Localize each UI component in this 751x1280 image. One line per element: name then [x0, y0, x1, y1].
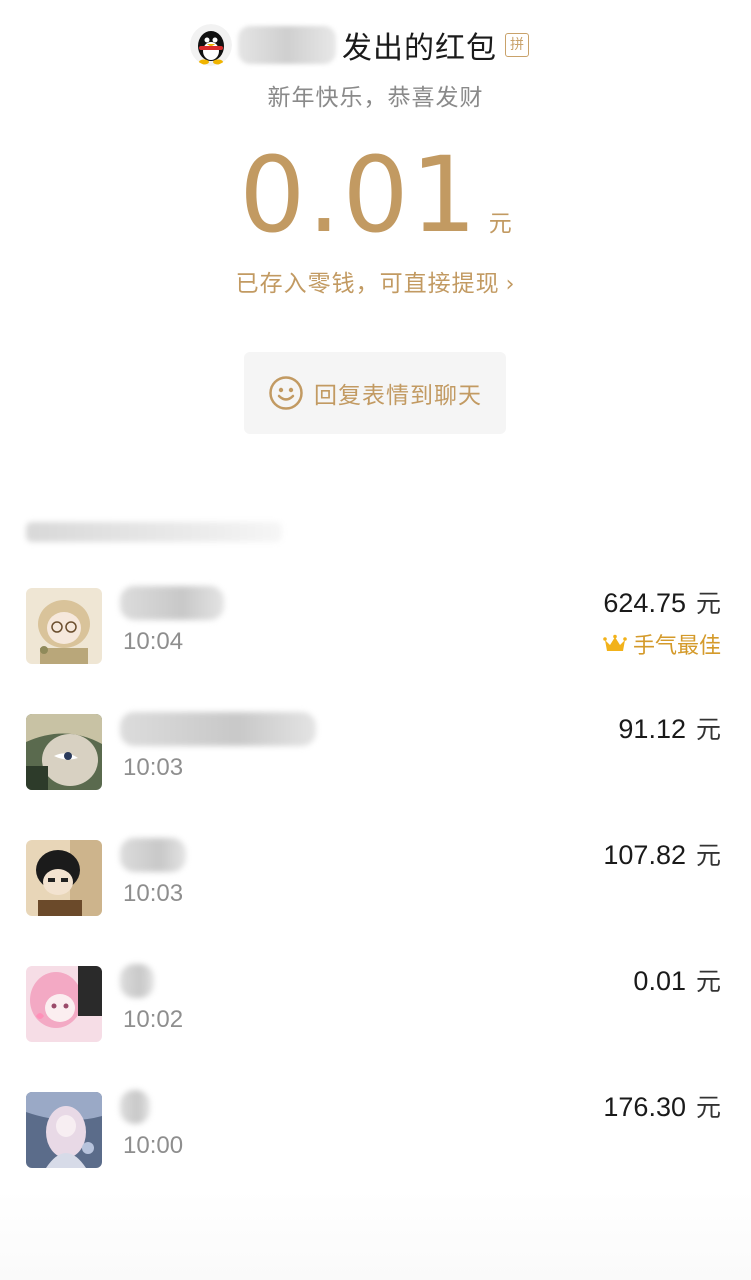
claim-row[interactable]: 10:03 91.12 元	[0, 690, 751, 816]
claim-amount-unit: 元	[695, 1093, 721, 1122]
page-title: 发出的红包	[342, 31, 497, 66]
greeting-message: 新年快乐，恭喜发财	[267, 85, 484, 111]
claim-amount-value: 624.75	[603, 588, 686, 618]
received-amount-unit: 元	[488, 211, 512, 237]
claimant-name-redacted	[120, 586, 224, 620]
smile-icon	[269, 376, 303, 410]
penguin-avatar-icon	[190, 24, 232, 66]
reply-emoji-label: 回复表情到聊天	[314, 383, 482, 409]
claim-time: 10:02	[123, 1006, 184, 1033]
bottom-fade	[0, 1190, 751, 1280]
sender-avatar[interactable]	[190, 24, 232, 66]
reply-emoji-button[interactable]: 回复表情到聊天	[244, 352, 506, 434]
wallet-link-label: 已存入零钱，可直接提现	[235, 271, 500, 297]
claim-row[interactable]: 10:02 0.01 元	[0, 942, 751, 1068]
claim-amount-unit: 元	[695, 967, 721, 996]
red-packet-header: 发出的红包 拼 新年快乐，恭喜发财 0.01 元 已存入零钱，可直接提现 › 回复表…	[0, 0, 751, 460]
claimant-avatar[interactable]	[26, 588, 102, 664]
claim-amount-value: 107.82	[603, 840, 686, 870]
claim-amount-unit: 元	[695, 715, 721, 744]
claim-time: 10:04	[123, 628, 184, 655]
claim-row[interactable]: 10:04 624.75 元 手气最佳	[0, 564, 751, 690]
claim-amount-unit: 元	[695, 841, 721, 870]
claim-amount-value: 91.12	[618, 714, 686, 744]
claim-summary-redacted	[26, 522, 282, 542]
received-amount-row: 0.01 元	[0, 134, 751, 256]
claim-time: 10:03	[123, 754, 184, 781]
claim-amount-unit: 元	[695, 589, 721, 618]
claim-amount: 176.30 元	[603, 1088, 721, 1124]
sender-name-redacted	[238, 26, 336, 64]
claimant-avatar[interactable]	[26, 714, 102, 790]
claim-row[interactable]: 10:03 107.82 元	[0, 816, 751, 942]
wallet-link[interactable]: 已存入零钱，可直接提现 ›	[0, 264, 751, 298]
claimant-name-redacted	[120, 1090, 150, 1124]
claimant-name-redacted	[120, 838, 186, 872]
claim-row[interactable]: 10:00 176.30 元	[0, 1068, 751, 1194]
best-luck-tag: 手气最佳	[603, 628, 721, 660]
claim-amount: 91.12 元	[618, 710, 721, 746]
claim-amount-value: 0.01	[633, 966, 686, 996]
claimant-name-redacted	[120, 712, 316, 746]
chevron-right-icon: ›	[505, 272, 516, 297]
claim-amount-value: 176.30	[603, 1092, 686, 1122]
claim-amount: 107.82 元	[603, 836, 721, 872]
sender-row: 发出的红包 拼	[190, 22, 529, 68]
claim-time: 10:03	[123, 880, 184, 907]
pin-badge: 拼	[505, 33, 529, 57]
claimant-avatar[interactable]	[26, 966, 102, 1042]
claim-amount: 0.01 元	[633, 962, 721, 998]
claimant-avatar[interactable]	[26, 840, 102, 916]
received-amount: 0.01	[239, 134, 479, 256]
claim-amount: 624.75 元	[603, 584, 721, 620]
best-luck-label: 手气最佳	[632, 634, 721, 659]
claimant-avatar[interactable]	[26, 1092, 102, 1168]
claimant-name-redacted	[120, 964, 154, 998]
crown-icon	[603, 634, 627, 651]
claim-time: 10:00	[123, 1132, 184, 1159]
